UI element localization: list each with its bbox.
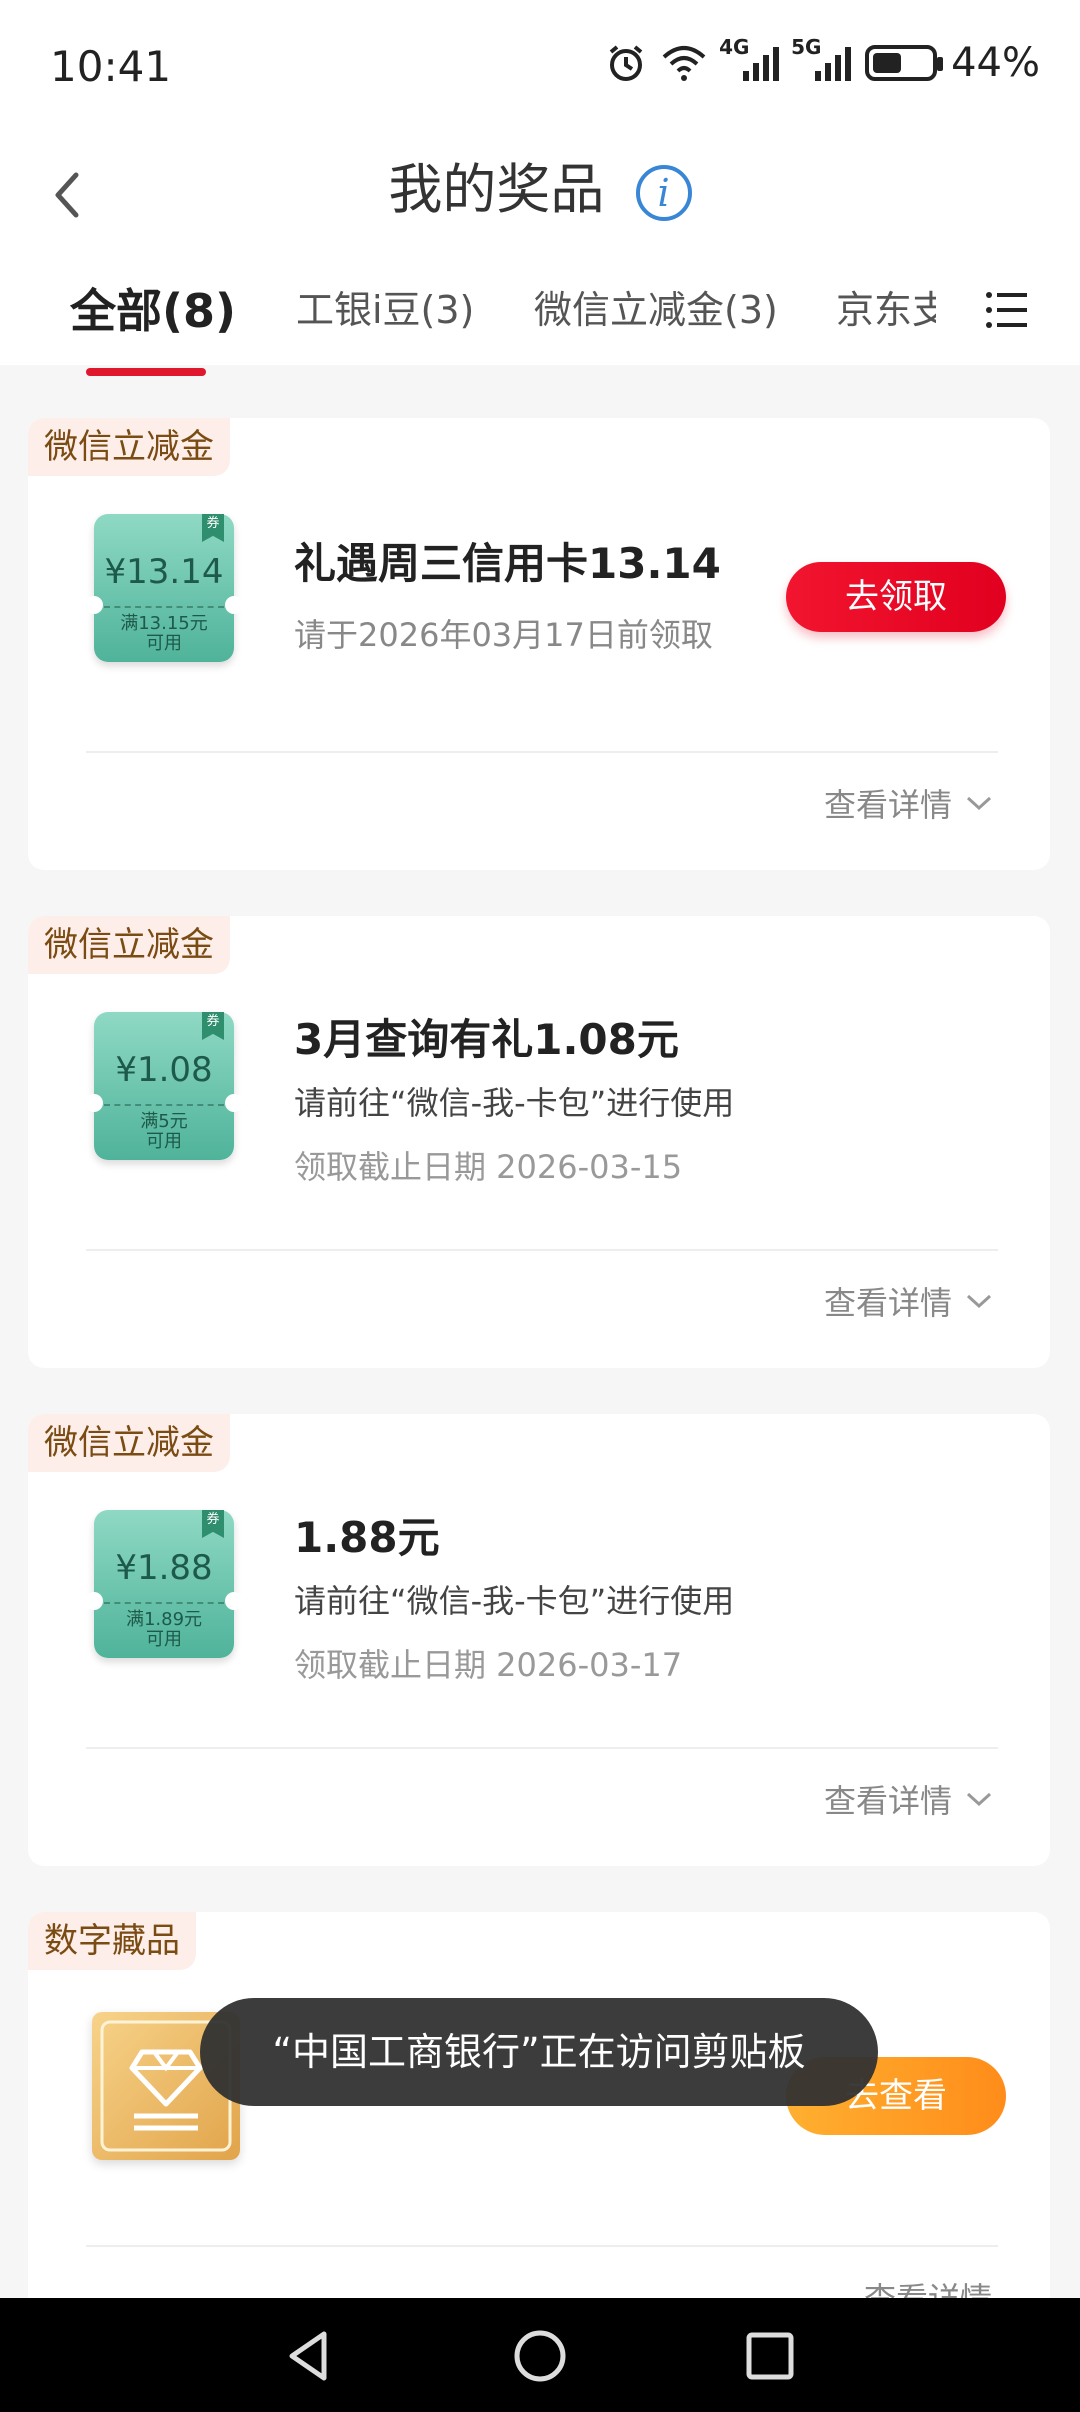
prize-card: 微信立减金 券 ¥1.08 满5元 可用 3月查询有礼1.08元 请前往“微信-…: [28, 916, 1050, 1368]
clipboard-toast: “中国工商银行”正在访问剪贴板: [200, 1998, 878, 2106]
coupon-image: 券 ¥13.14 满13.15元 可用: [85, 514, 243, 662]
coupon-condition-line1: 满1.89元: [125, 1609, 203, 1630]
card-divider: [86, 1747, 998, 1749]
battery-percent: 44%: [951, 40, 1040, 86]
card-category-tag: 微信立减金: [28, 1414, 230, 1472]
prize-usage-hint: 请前往“微信-我-卡包”进行使用: [294, 1582, 735, 1620]
tab-all[interactable]: 全部(8): [70, 275, 236, 341]
chevron-down-icon: [966, 1792, 992, 1807]
status-time: 10:41: [50, 42, 172, 91]
active-tab-indicator: [86, 368, 206, 376]
view-details-label: 查看详情: [823, 1284, 952, 1322]
prize-deadline: 领取截止日期 2026-03-15: [294, 1148, 683, 1186]
signal-4g-icon: 4G: [719, 35, 780, 81]
card-category-tag: 数字藏品: [28, 1912, 196, 1970]
page-header: 我的奖品 i 全部(8) 工银i豆(3) 微信立减金(3) 京东支: [0, 135, 1080, 376]
view-details-label: 查看详情: [823, 1782, 952, 1820]
network-4g-label: 4G: [719, 35, 750, 59]
card-category-tag: 微信立减金: [28, 418, 230, 476]
coupon-image: 券 ¥1.88 满1.89元 可用: [85, 1510, 243, 1658]
prize-deadline: 请于2026年03月17日前领取: [294, 616, 713, 654]
network-5g-label: 5G: [791, 35, 822, 59]
coupon-condition-line1: 满13.15元: [120, 613, 208, 634]
page-title: 我的奖品 i: [0, 145, 1080, 224]
signal-5g-icon: 5G: [791, 35, 852, 81]
status-icons: 4G 5G 44%: [605, 35, 1040, 86]
battery-icon: [865, 45, 944, 81]
coupon-amount: ¥13.14: [104, 552, 224, 592]
coupon-condition-line2: 可用: [146, 1131, 182, 1152]
alarm-icon: [609, 45, 643, 81]
coupon-badge: 券: [202, 1012, 224, 1040]
tab-jd-clipped[interactable]: 京东支: [836, 279, 936, 349]
chevron-down-icon: [966, 1294, 992, 1309]
prize-title: 1.88元: [294, 1513, 440, 1562]
coupon-image: 券 ¥1.08 满5元 可用: [85, 1012, 243, 1160]
page-title-text: 我的奖品: [388, 158, 605, 221]
tab-icbc-beans[interactable]: 工银i豆(3): [296, 279, 474, 334]
nav-recents-icon[interactable]: [740, 2328, 800, 2384]
list-menu-icon[interactable]: [985, 290, 1029, 330]
info-icon[interactable]: i: [635, 165, 692, 222]
prize-card: 微信立减金 券 ¥13.14 满13.15元 可用 礼遇周三信用卡13.14 请…: [28, 418, 1050, 870]
card-divider: [86, 1249, 998, 1251]
prize-title: 3月查询有礼1.08元: [294, 1015, 679, 1064]
tab-wechat-discount[interactable]: 微信立减金(3): [534, 279, 778, 334]
coupon-amount: ¥1.08: [115, 1050, 213, 1090]
coupon-condition: 满5元 可用: [94, 1112, 234, 1152]
chevron-down-icon: [966, 796, 992, 811]
prize-card: 微信立减金 券 ¥1.88 满1.89元 可用 1.88元 请前往“微信-我-卡…: [28, 1414, 1050, 1866]
prize-card: 数字藏品 去查看 查看详情: [28, 1912, 1050, 2312]
tab-jd[interactable]: 京东支: [836, 279, 936, 334]
coupon-condition: 满13.15元 可用: [94, 614, 234, 654]
wifi-icon: [662, 46, 706, 81]
prize-title: 礼遇周三信用卡13.14: [294, 539, 721, 588]
status-bar: 10:41 4G 5G 44%: [0, 0, 1080, 135]
view-details-link[interactable]: 查看详情: [824, 1278, 992, 1324]
coupon-condition-line2: 可用: [146, 1629, 182, 1650]
view-details-label: 查看详情: [823, 786, 952, 824]
card-divider: [86, 2245, 998, 2247]
nav-back-icon[interactable]: [280, 2328, 340, 2384]
coupon-condition-line1: 满5元: [140, 1111, 188, 1132]
system-navigation-bar: [0, 2298, 1080, 2412]
coupon-badge: 券: [202, 514, 224, 542]
prize-usage-hint: 请前往“微信-我-卡包”进行使用: [294, 1084, 735, 1122]
nav-home-icon[interactable]: [510, 2328, 570, 2384]
claim-button[interactable]: 去领取: [786, 562, 1006, 632]
coupon-amount: ¥1.88: [115, 1548, 213, 1588]
card-category-tag: 微信立减金: [28, 916, 230, 974]
coupon-condition: 满1.89元 可用: [94, 1610, 234, 1650]
view-details-link[interactable]: 查看详情: [824, 1776, 992, 1822]
card-divider: [86, 751, 998, 753]
coupon-condition-line2: 可用: [146, 633, 182, 654]
prize-deadline: 领取截止日期 2026-03-17: [294, 1646, 683, 1684]
coupon-badge: 券: [202, 1510, 224, 1538]
view-details-link[interactable]: 查看详情: [824, 780, 992, 826]
